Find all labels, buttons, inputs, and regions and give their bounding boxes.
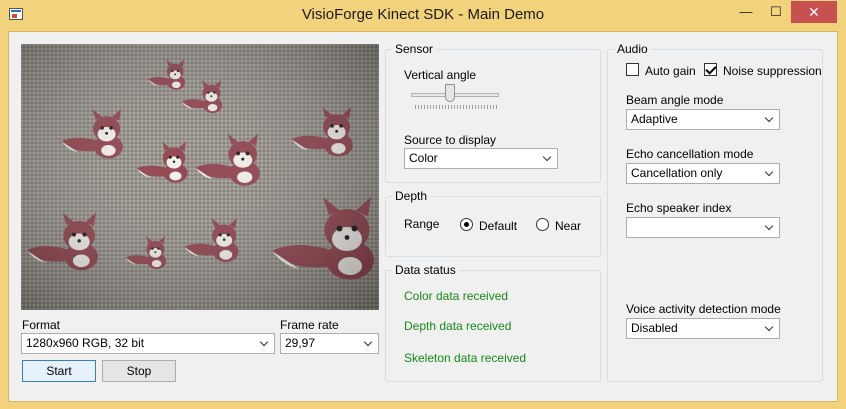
source-dropdown[interactable]: Color [404,148,558,169]
noise-suppression-checkbox[interactable] [704,63,717,76]
vad-value: Disabled [631,321,678,335]
close-button[interactable]: ✕ [791,1,837,23]
noise-suppression-label[interactable]: Noise suppression [723,64,822,78]
range-default-label[interactable]: Default [479,219,517,233]
color-data-status: Color data received [404,289,509,303]
echo-speaker-label: Echo speaker index [626,201,732,215]
depth-data-status: Depth data received [404,319,512,333]
frame-rate-value: 29,97 [285,336,316,350]
chevron-down-icon [765,218,775,237]
echo-cancellation-dropdown[interactable]: Cancellation only [626,163,780,184]
echo-speaker-dropdown[interactable] [626,217,780,238]
data-status-group-title: Data status [392,263,459,277]
range-default-radio[interactable] [460,218,473,231]
window-title: VisioForge Kinect SDK - Main Demo [301,6,545,23]
beam-angle-label: Beam angle mode [626,93,724,107]
skeleton-data-status: Skeleton data received [404,351,527,365]
echo-cancellation-value: Cancellation only [631,166,723,180]
main-form: Format 1280x960 RGB, 32 bit Frame rate 2… [8,31,838,402]
sensor-group-title: Sensor [392,42,437,56]
source-to-display-label: Source to display [404,133,497,147]
vertical-angle-track[interactable] [411,93,499,97]
vad-label: Voice activity detection mode [626,302,781,316]
audio-group-title: Audio [614,42,651,56]
vad-dropdown[interactable]: Disabled [626,318,780,339]
echo-cancellation-label: Echo cancellation mode [626,147,754,161]
chevron-down-icon [765,110,775,129]
vertical-angle-slider-thumb[interactable] [445,84,455,102]
auto-gain-label[interactable]: Auto gain [645,64,696,78]
auto-gain-checkbox[interactable] [626,63,639,76]
vertical-angle-label: Vertical angle [404,68,477,82]
title-bar[interactable]: VisioForge Kinect SDK - Main Demo — ☐ ✕ [0,0,846,32]
beam-angle-dropdown[interactable]: Adaptive [626,109,780,130]
depth-group-title: Depth [392,189,431,203]
format-dropdown[interactable]: 1280x960 RGB, 32 bit [21,333,275,354]
source-value: Color [409,151,438,165]
range-label: Range [404,217,440,231]
chevron-down-icon [543,149,553,168]
camera-preview [21,44,379,310]
vertical-angle-ticks [415,105,497,109]
stop-button[interactable]: Stop [102,360,176,382]
chevron-down-icon [765,319,775,338]
frame-rate-dropdown[interactable]: 29,97 [280,333,379,354]
range-near-label[interactable]: Near [555,219,581,233]
app-window: VisioForge Kinect SDK - Main Demo — ☐ ✕ [0,0,846,409]
beam-angle-value: Adaptive [631,112,678,126]
format-value: 1280x960 RGB, 32 bit [26,336,145,350]
minimize-button[interactable]: — [731,1,761,23]
format-label: Format [22,318,61,332]
chevron-down-icon [364,334,374,353]
chevron-down-icon [765,164,775,183]
range-near-radio[interactable] [536,218,549,231]
frame-rate-label: Frame rate [280,318,339,332]
maximize-button[interactable]: ☐ [762,1,790,23]
chevron-down-icon [260,334,270,353]
start-button[interactable]: Start [22,360,96,382]
